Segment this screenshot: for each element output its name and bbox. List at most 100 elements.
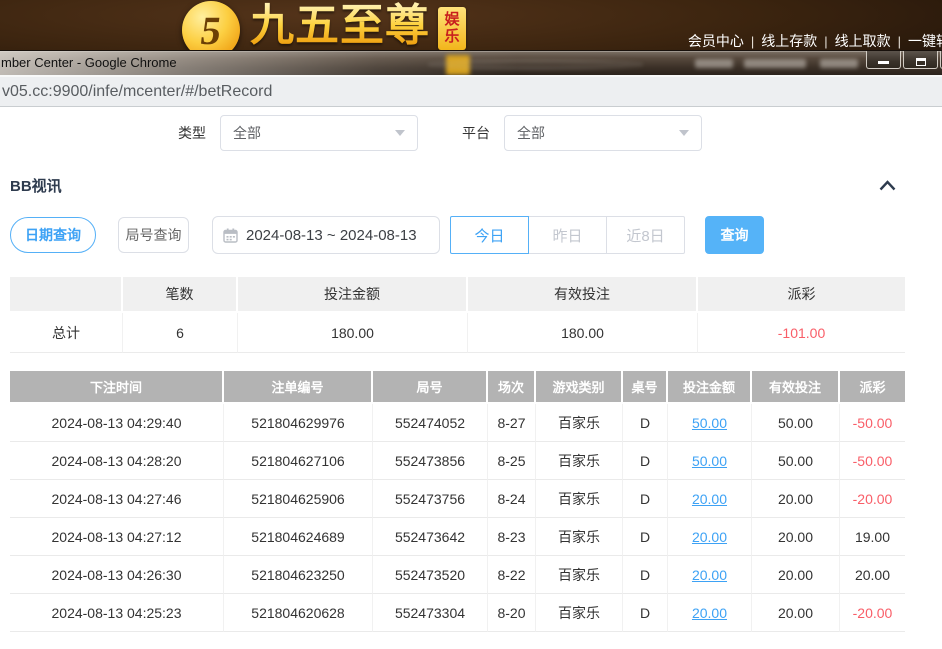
round-id-cell: 552473856 xyxy=(373,442,488,480)
bet-amount-link[interactable]: 20.00 xyxy=(692,567,727,583)
bet-amount-link[interactable]: 20.00 xyxy=(692,605,727,621)
game-type-cell: 百家乐 xyxy=(536,442,623,480)
bet-time-cell: 2024-08-13 04:26:30 xyxy=(10,556,224,594)
filter-row: 类型 全部 平台 全部 xyxy=(178,115,942,151)
platform-select[interactable]: 全部 xyxy=(504,115,702,151)
game-type-cell: 百家乐 xyxy=(536,556,623,594)
summary-header-cell: 有效投注 xyxy=(468,277,698,313)
round-id-cell: 552473304 xyxy=(373,594,488,632)
session-cell: 8-20 xyxy=(488,594,536,632)
table-row: 2024-08-13 04:27:12521804624689552473642… xyxy=(10,518,905,556)
detail-header-cell: 注单编号 xyxy=(224,371,373,404)
query-controls: 日期查询 局号查询 2024-08-13 ~ 2024-08-13 今日昨日近8… xyxy=(10,216,942,254)
table-row: 2024-08-13 04:28:20521804627106552473856… xyxy=(10,442,905,480)
nav-separator: | xyxy=(824,34,827,49)
order-id-cell: 521804627106 xyxy=(224,442,373,480)
date-range-picker[interactable]: 2024-08-13 ~ 2024-08-13 xyxy=(212,216,440,254)
detail-table-body: 2024-08-13 04:29:40521804629976552474052… xyxy=(10,404,905,632)
minimize-icon xyxy=(878,61,889,64)
game-type-cell: 百家乐 xyxy=(536,518,623,556)
type-select-value: 全部 xyxy=(233,123,261,143)
detail-header-cell: 游戏类别 xyxy=(536,371,623,404)
detail-header-cell: 局号 xyxy=(373,371,488,404)
bet-amount-link[interactable]: 20.00 xyxy=(692,491,727,507)
caret-down-icon xyxy=(395,130,405,136)
payout-cell: -50.00 xyxy=(840,404,905,442)
bet-amount-link[interactable]: 50.00 xyxy=(692,453,727,469)
bet-amount-link[interactable]: 50.00 xyxy=(692,415,727,431)
nav-link-2[interactable]: 线上存款 xyxy=(761,33,817,49)
bet-amount-link[interactable]: 20.00 xyxy=(692,529,727,545)
summary-table: 笔数投注金额有效投注派彩 总计 6 180.00 180.00 -101.00 xyxy=(10,277,905,353)
table-id-cell: D xyxy=(623,556,668,594)
bet-record-table: 下注时间注单编号局号场次游戏类别桌号投注金额有效投注派彩 2024-08-13 … xyxy=(10,371,905,632)
table-id-cell: D xyxy=(623,594,668,632)
nav-link-1[interactable]: 会员中心 xyxy=(688,33,744,49)
site-header: 5 九五至尊 娱 乐 会员中心|线上存款|线上取款|一键转账 xyxy=(0,0,942,50)
bet-time-cell: 2024-08-13 04:25:23 xyxy=(10,594,224,632)
bet-time-cell: 2024-08-13 04:29:40 xyxy=(10,404,224,442)
nav-link-3[interactable]: 线上取款 xyxy=(835,33,891,49)
date-query-button[interactable]: 日期查询 xyxy=(10,217,96,253)
round-id-cell: 552473642 xyxy=(373,518,488,556)
search-button[interactable]: 查询 xyxy=(705,216,764,254)
order-id-cell: 521804623250 xyxy=(224,556,373,594)
redacted-info xyxy=(744,59,806,68)
quick-date-button[interactable]: 近8日 xyxy=(606,216,685,254)
table-id-cell: D xyxy=(623,480,668,518)
bet-amount-cell: 20.00 xyxy=(668,480,752,518)
table-id-cell: D xyxy=(623,404,668,442)
caret-down-icon xyxy=(679,130,689,136)
detail-header-cell: 桌号 xyxy=(623,371,668,404)
top-nav: 会员中心|线上存款|线上取款|一键转账 xyxy=(688,31,942,51)
session-cell: 8-25 xyxy=(488,442,536,480)
valid-bet-cell: 20.00 xyxy=(752,594,840,632)
type-filter-label: 类型 xyxy=(178,123,206,143)
payout-cell: -50.00 xyxy=(840,442,905,480)
quick-date-group: 今日昨日近8日 xyxy=(450,216,685,254)
quick-date-button[interactable]: 昨日 xyxy=(528,216,607,254)
logo-badge: 娱 乐 xyxy=(438,7,466,50)
browser-title-bar: mber Center - Google Chrome xyxy=(0,50,942,75)
type-select[interactable]: 全部 xyxy=(220,115,418,151)
summary-header-cell: 派彩 xyxy=(698,277,905,313)
platform-select-value: 全部 xyxy=(517,123,545,143)
nav-separator: | xyxy=(898,34,901,49)
payout-cell: 19.00 xyxy=(840,518,905,556)
minimize-button[interactable] xyxy=(866,51,901,69)
window-title: mber Center - Google Chrome xyxy=(1,55,177,70)
table-row: 2024-08-13 04:26:30521804623250552473520… xyxy=(10,556,905,594)
detail-header-cell: 下注时间 xyxy=(10,371,224,404)
round-id-cell: 552474052 xyxy=(373,404,488,442)
summary-bet-amount-cell: 180.00 xyxy=(238,313,468,353)
maximize-button[interactable] xyxy=(903,51,938,69)
bet-amount-cell: 20.00 xyxy=(668,518,752,556)
bet-time-cell: 2024-08-13 04:27:46 xyxy=(10,480,224,518)
round-query-button[interactable]: 局号查询 xyxy=(118,217,189,253)
summary-label-cell: 总计 xyxy=(10,313,123,353)
table-row: 2024-08-13 04:27:46521804625906552473756… xyxy=(10,480,905,518)
detail-header-cell: 有效投注 xyxy=(752,371,840,404)
maximize-icon xyxy=(916,58,926,66)
summary-header-cell: 笔数 xyxy=(123,277,238,313)
table-row: 2024-08-13 04:29:40521804629976552474052… xyxy=(10,404,905,442)
round-id-cell: 552473756 xyxy=(373,480,488,518)
payout-cell: 20.00 xyxy=(840,556,905,594)
calendar-icon xyxy=(223,228,238,243)
page-content: 类型 全部 平台 全部 BB视讯 日期查询 局号查询 xyxy=(0,107,942,632)
nav-link-4[interactable]: 一键转账 xyxy=(908,33,942,49)
order-id-cell: 521804624689 xyxy=(224,518,373,556)
summary-valid-bet-cell: 180.00 xyxy=(468,313,698,353)
session-cell: 8-27 xyxy=(488,404,536,442)
chevron-up-icon[interactable] xyxy=(879,180,896,191)
bb-section-header: BB视讯 xyxy=(10,175,932,195)
summary-payout-cell: -101.00 xyxy=(698,313,905,353)
bet-time-cell: 2024-08-13 04:27:12 xyxy=(10,518,224,556)
order-id-cell: 521804620628 xyxy=(224,594,373,632)
valid-bet-cell: 50.00 xyxy=(752,404,840,442)
header-ornament-icon xyxy=(428,60,643,69)
address-bar[interactable]: v05.cc:9900/infe/mcenter/#/betRecord xyxy=(0,75,942,107)
payout-cell: -20.00 xyxy=(840,594,905,632)
quick-date-button[interactable]: 今日 xyxy=(450,216,529,254)
section-title: BB视讯 xyxy=(10,175,62,196)
